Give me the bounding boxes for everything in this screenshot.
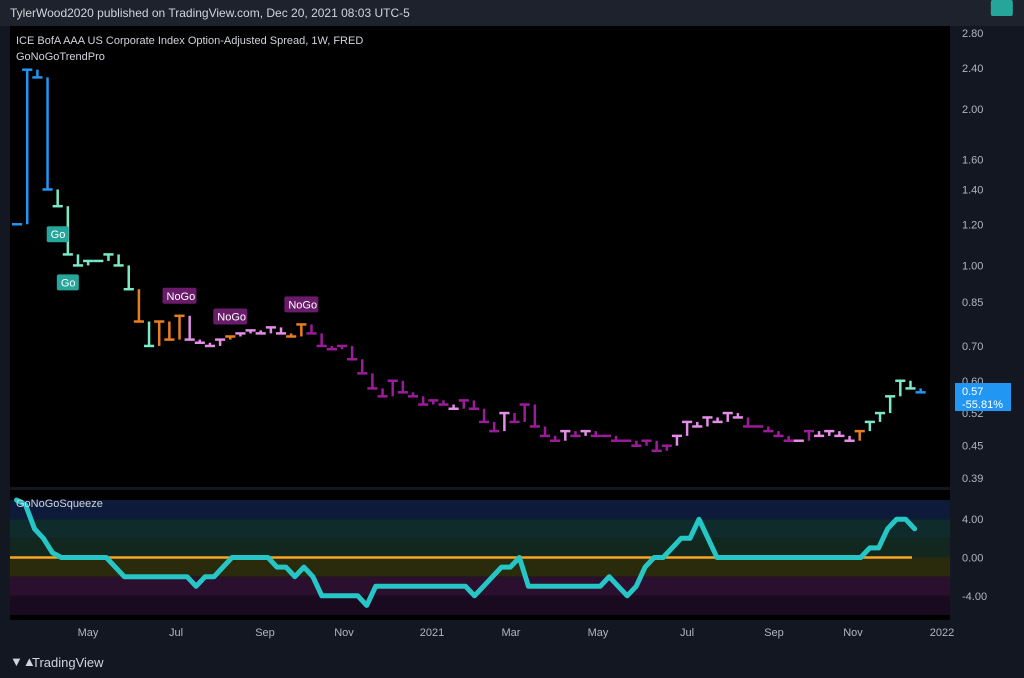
- time-tick-label: May: [78, 627, 99, 639]
- chart-title: ICE BofA AAA US Corporate Index Option-A…: [16, 35, 363, 47]
- time-tick-label: Nov: [334, 627, 354, 639]
- squeeze-band: [10, 595, 950, 615]
- price-tick-label: 1.60: [962, 154, 983, 166]
- squeeze-tick-label: -4.00: [962, 591, 987, 603]
- indicator-name: GoNoGoTrendPro: [16, 51, 105, 63]
- squeeze-band: [10, 557, 950, 577]
- squeeze-band: [10, 538, 950, 558]
- price-tick-label: 0.39: [962, 473, 983, 485]
- signal-badge-label: NoGo: [217, 311, 246, 323]
- signal-badge-label: NoGo: [288, 299, 317, 311]
- price-tick-label: 0.85: [962, 297, 983, 309]
- main-pane-bg: [10, 26, 950, 487]
- price-tick-label: 2.80: [962, 28, 983, 40]
- time-tick-label: Jul: [169, 627, 183, 639]
- signal-badge-label: Go: [995, 0, 1010, 3]
- time-tick-label: Mar: [502, 627, 521, 639]
- squeeze-tick-label: 0.00: [962, 553, 983, 565]
- time-x-axis: May Jul Sep Nov 2021 Mar May Jul Sep Nov 2022: [78, 627, 955, 639]
- price-tick-label: 2.40: [962, 63, 983, 75]
- price-tick-label: 0.70: [962, 341, 983, 353]
- price-y-axis: 2.802.402.001.601.401.201.000.850.700.60…: [962, 28, 983, 485]
- price-tick-label: 1.00: [962, 260, 983, 272]
- time-tick-label: May: [588, 627, 609, 639]
- time-tick-label: Nov: [843, 627, 863, 639]
- price-tick-label: 1.20: [962, 219, 983, 231]
- time-tick-label: Sep: [764, 627, 784, 639]
- signal-badge-label: Go: [61, 277, 76, 289]
- price-tick-label: 0.45: [962, 441, 983, 453]
- price-tick-label: 1.40: [962, 184, 983, 196]
- price-tick-label: 2.00: [962, 104, 983, 116]
- signal-badge-label: Go: [51, 229, 66, 241]
- time-tick-label: Jul: [680, 627, 694, 639]
- time-tick-label: 2021: [420, 627, 444, 639]
- footer: ▼▲ TradingView: [0, 648, 1024, 678]
- last-price-change: -55.81%: [962, 399, 1003, 411]
- squeeze-tick-label: 4.00: [962, 514, 983, 526]
- squeeze-band: [10, 500, 950, 520]
- tradingview-wordmark: TradingView: [32, 655, 104, 670]
- signal-badge-label: NoGo: [167, 291, 196, 303]
- last-price-label: 0.57 -55.81%: [955, 383, 1011, 411]
- time-tick-label: 2022: [930, 627, 954, 639]
- time-tick-label: Sep: [255, 627, 275, 639]
- squeeze-band: [10, 519, 950, 539]
- squeeze-pane-title: GoNoGoSqueeze: [16, 498, 103, 510]
- chart-canvas[interactable]: Go Go NoGo NoGo NoGo Go 2.80 2.40 2.00 1.60 1.40 1…: [0, 0, 1024, 648]
- squeeze-y-axis: 4.00 0.00 -4.00: [962, 514, 987, 603]
- last-price-value: 0.57: [962, 386, 983, 398]
